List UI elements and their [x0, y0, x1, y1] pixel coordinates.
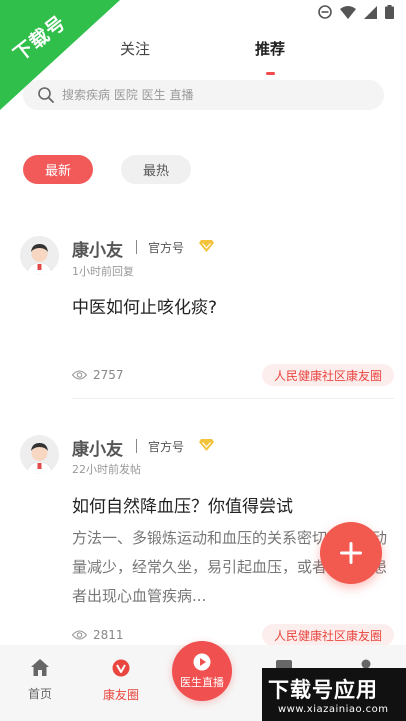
- friends-circle-icon: [112, 659, 130, 677]
- view-count: 2811: [72, 628, 124, 642]
- vip-diamond-icon: [199, 240, 214, 252]
- community-tag[interactable]: 人民健康社区康友圈: [261, 364, 394, 386]
- tab-follow[interactable]: 关注: [120, 38, 150, 59]
- bottom-watermark-url: www.xiazainiao.com: [278, 704, 389, 715]
- wifi-icon: [340, 5, 356, 19]
- bottom-watermark: 下载号应用 www.xiazainiao.com: [262, 668, 406, 721]
- community-tag[interactable]: 人民健康社区康友圈: [261, 624, 394, 646]
- official-badge: 官方号: [148, 440, 185, 454]
- eye-icon: [72, 370, 87, 380]
- create-post-button[interactable]: [320, 522, 382, 584]
- signal-icon: [364, 5, 377, 19]
- active-tab-indicator: [266, 72, 275, 75]
- author-separator: [136, 439, 137, 453]
- filter-hottest[interactable]: 最热: [121, 155, 191, 184]
- corner-watermark: 下载号: [0, 0, 120, 110]
- post-title[interactable]: 如何自然降血压？你值得尝试: [72, 492, 293, 517]
- nav-friends-label: 康友圈: [102, 688, 139, 702]
- post-divider: [72, 398, 394, 399]
- vip-diamond-icon: [199, 439, 214, 451]
- post-time: 22小时前发帖: [72, 463, 141, 476]
- nav-home-label: 首页: [27, 687, 52, 701]
- filter-latest[interactable]: 最新: [23, 155, 93, 184]
- play-icon: [193, 653, 211, 670]
- author-name[interactable]: 康小友: [72, 236, 123, 261]
- post-time: 1小时前回复: [72, 265, 134, 278]
- nav-home[interactable]: 首页: [10, 659, 70, 702]
- official-badge: 官方号: [148, 241, 185, 255]
- eye-icon: [72, 630, 87, 640]
- home-icon: [31, 659, 49, 676]
- nav-live-label: 医生直播: [180, 675, 224, 689]
- view-count-value: 2811: [93, 628, 124, 642]
- view-count-value: 2757: [93, 368, 124, 382]
- plus-icon: [340, 542, 362, 564]
- author-separator: [136, 240, 137, 254]
- doctor-avatar-icon: [20, 435, 59, 474]
- avatar[interactable]: [20, 236, 59, 275]
- battery-icon: [385, 5, 394, 19]
- view-count: 2757: [72, 368, 124, 382]
- status-icons: [318, 5, 394, 19]
- post-title[interactable]: 中医如何止咳化痰?: [72, 293, 217, 318]
- doctor-avatar-icon: [20, 236, 59, 275]
- do-not-disturb-icon: [318, 5, 332, 19]
- bottom-watermark-title: 下载号应用: [268, 678, 378, 702]
- tab-recommend[interactable]: 推荐: [255, 38, 285, 59]
- author-name[interactable]: 康小友: [72, 435, 123, 460]
- nav-friends-circle[interactable]: 康友圈: [91, 659, 151, 703]
- nav-doctor-live[interactable]: 医生直播: [172, 641, 232, 701]
- avatar[interactable]: [20, 435, 59, 474]
